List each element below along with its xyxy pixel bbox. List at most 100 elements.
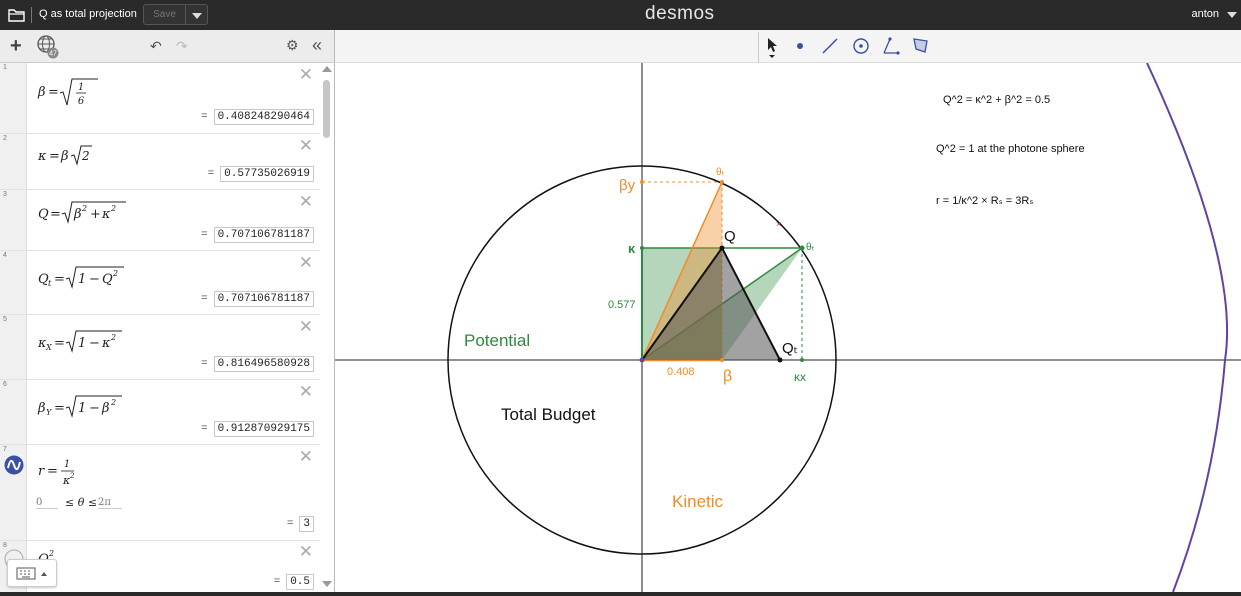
delete-expression-icon[interactable]: ✕ [299, 65, 313, 85]
domain-max-input[interactable]: 2π [98, 497, 122, 509]
delete-expression-icon[interactable]: ✕ [299, 382, 313, 402]
expression-result: = 0.707106781187 [201, 291, 314, 307]
undo-icon[interactable]: ↶ [150, 38, 162, 55]
formula-beta-y[interactable]: β Y = 1 − β 2 [36, 392, 146, 418]
theta-orange-point[interactable] [720, 180, 724, 184]
formula-Q[interactable]: Q = β 2 + κ 2 [36, 198, 146, 224]
expression-gutter: 1 [0, 63, 27, 133]
formula-kappa-x[interactable]: κ X = 1 − κ 2 [36, 327, 146, 353]
expression-scrollbar[interactable] [320, 63, 334, 592]
svg-text:t: t [48, 279, 52, 288]
user-menu[interactable]: anton [1191, 8, 1219, 20]
delete-expression-icon[interactable]: ✕ [299, 192, 313, 212]
svg-text:β: β [73, 207, 82, 222]
circle-tool-icon[interactable] [851, 36, 871, 56]
svg-text:1: 1 [64, 459, 70, 470]
scroll-down-icon[interactable] [322, 581, 332, 587]
Qt-point[interactable] [777, 357, 783, 363]
top-bar: Q as total projection Save desmos anton [0, 0, 1241, 30]
label-0577: 0.577 [608, 299, 636, 311]
domain-variable: ≤ θ ≤ [65, 496, 98, 509]
expression-gutter: 7 [0, 445, 27, 540]
collapse-list-icon[interactable]: « [312, 35, 322, 56]
beta-point[interactable] [720, 358, 724, 362]
theta-green-point[interactable] [799, 245, 805, 251]
small-red-mark: × [776, 219, 781, 229]
keyboard-toggle-button[interactable] [7, 559, 57, 587]
expression-gutter: 4 [0, 251, 27, 314]
svg-text:Y: Y [46, 408, 52, 417]
svg-text:6: 6 [78, 96, 85, 107]
expression-row[interactable]: 6 β Y = 1 − β 2 ✕ = 0.912870929175 [0, 380, 320, 445]
svg-text:1: 1 [78, 336, 86, 351]
delete-expression-icon[interactable]: ✕ [299, 542, 313, 562]
delete-expression-icon[interactable]: ✕ [299, 136, 313, 156]
expression-toolbar: + 47 ↶ ↷ ⚙ « [0, 30, 335, 63]
svg-text:−: − [89, 336, 100, 351]
svg-text:1: 1 [78, 401, 86, 416]
expression-row[interactable]: 5 κ X = 1 − κ 2 ✕ = 0.816496580928 [0, 315, 320, 380]
expression-index: 6 [3, 381, 7, 388]
expression-row[interactable]: 4 Q t = 1 − Q 2 ✕ = 0.707106781187 [0, 251, 320, 315]
svg-text:2: 2 [81, 149, 90, 163]
expression-row[interactable]: 1 β = 1 6 ✕ = 0.408248290464 [0, 63, 320, 134]
svg-text:X: X [45, 343, 52, 352]
label-theta-green: θₜ [806, 242, 815, 253]
point-tool-icon[interactable] [795, 41, 805, 51]
expression-row[interactable]: 3 Q = β 2 + κ 2 ✕ = 0.707106781187 [0, 190, 320, 251]
kappa-x-point[interactable] [800, 358, 804, 362]
svg-text:2: 2 [110, 398, 116, 407]
polygon-tool-icon[interactable] [911, 36, 931, 56]
expression-result: = 0.912870929175 [201, 421, 314, 437]
Q-point[interactable] [719, 245, 725, 251]
svg-text:−: − [89, 272, 100, 287]
save-button[interactable]: Save [143, 4, 185, 25]
bottom-bar [0, 592, 1241, 596]
chevron-down-icon[interactable] [1227, 12, 1237, 18]
add-item-icon[interactable]: + [10, 36, 22, 56]
purple-curve[interactable] [1146, 63, 1228, 592]
label-beta-y: βy [619, 177, 636, 194]
curve-color-icon[interactable] [4, 455, 24, 475]
delete-expression-icon[interactable]: ✕ [299, 253, 313, 273]
scroll-thumb[interactable] [323, 80, 330, 138]
expression-row[interactable]: 7 r = 1 κ 2 0 ≤ θ ≤ 2π ✕ = 3 [0, 445, 320, 541]
gear-icon[interactable]: ⚙ [286, 37, 299, 54]
expression-row[interactable]: 2 κ = β 2 ✕ = 0.57735026919 [0, 134, 320, 190]
svg-text:47: 47 [49, 51, 57, 58]
svg-text:=: = [50, 207, 61, 222]
formula-beta[interactable]: β = 1 6 [36, 76, 126, 108]
formula-Qt[interactable]: Q t = 1 − Q 2 [36, 263, 146, 289]
angle-tool-icon[interactable] [881, 36, 901, 56]
expression-result: = 3 [287, 516, 314, 532]
graph-title[interactable]: Q as total projection [39, 8, 137, 20]
svg-text:−: − [89, 401, 100, 416]
expression-list: 1 β = 1 6 ✕ = 0.408248290464 2 κ = β 2 ✕ … [0, 63, 335, 592]
formula-r[interactable]: r = 1 κ 2 [36, 453, 126, 489]
kappa-point[interactable] [640, 246, 644, 250]
svg-text:=: = [47, 464, 58, 479]
origin-point[interactable] [639, 357, 645, 363]
segment-tool-icon[interactable] [821, 37, 839, 55]
beta-y-point[interactable] [640, 180, 644, 184]
redo-icon[interactable]: ↷ [176, 38, 188, 55]
delete-expression-icon[interactable]: ✕ [299, 447, 313, 467]
delete-expression-icon[interactable]: ✕ [299, 317, 313, 337]
label-total-budget: Total Budget [501, 405, 596, 424]
pointer-tool-icon[interactable] [765, 37, 779, 59]
expression-index: 4 [3, 252, 7, 259]
formula-kappa[interactable]: κ = β 2 [36, 142, 126, 166]
scroll-up-icon[interactable] [322, 66, 332, 72]
expression-index: 5 [3, 316, 7, 323]
label-beta: β [723, 368, 732, 385]
svg-text:κ: κ [101, 207, 111, 222]
svg-text:2: 2 [69, 472, 75, 480]
expression-index: 8 [3, 542, 7, 549]
note-Q-squared: Q^2 = κ^2 + β^2 = 0.5 [943, 94, 1051, 106]
globe-icon[interactable]: 47 [36, 34, 60, 60]
folder-icon[interactable] [8, 8, 25, 22]
domain-min-input[interactable]: 0 [36, 497, 58, 509]
label-theta-orange: θₜ [716, 167, 725, 178]
save-dropdown-button[interactable] [185, 4, 208, 25]
graph-canvas[interactable]: × Potential Kinetic Total Budget Q Qₜ β … [335, 63, 1241, 592]
